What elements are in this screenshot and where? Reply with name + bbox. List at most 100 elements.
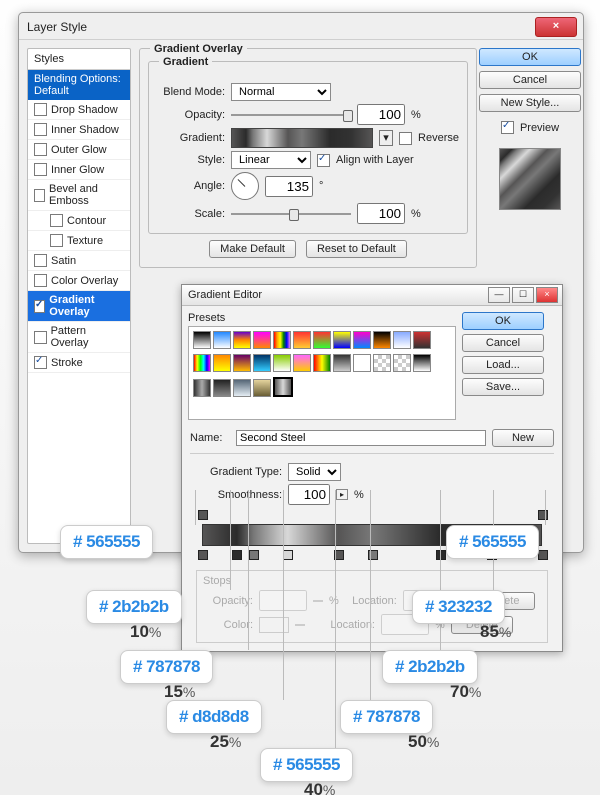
style-row-inner-shadow[interactable]: Inner Shadow: [28, 120, 130, 140]
style-select[interactable]: Linear: [231, 151, 311, 169]
style-label: Style:: [157, 154, 225, 166]
style-checkbox[interactable]: [34, 300, 45, 313]
style-row-pattern-overlay[interactable]: Pattern Overlay: [28, 322, 130, 353]
smoothness-input[interactable]: [288, 484, 330, 505]
gradient-picker[interactable]: [231, 128, 373, 148]
style-row-contour[interactable]: Contour: [28, 211, 130, 231]
opacity-stop[interactable]: [198, 510, 208, 520]
ok-button[interactable]: OK: [479, 48, 581, 66]
style-checkbox[interactable]: [50, 214, 63, 227]
maximize-button[interactable]: ☐: [512, 287, 534, 303]
style-label: Gradient Overlay: [49, 294, 124, 318]
blend-mode-select[interactable]: Normal: [231, 83, 331, 101]
reset-default-button[interactable]: Reset to Default: [306, 240, 407, 258]
style-label: Stroke: [51, 357, 83, 369]
callout-hex: # 787878: [340, 700, 433, 734]
editor-ok-button[interactable]: OK: [462, 312, 544, 330]
gradient-label: Gradient:: [157, 132, 225, 144]
callout-hex: # 565555: [60, 525, 153, 559]
angle-input[interactable]: [265, 176, 313, 197]
color-stop[interactable]: [538, 550, 548, 560]
align-checkbox[interactable]: [317, 154, 330, 167]
callout-wire: [335, 490, 336, 748]
style-label: Contour: [67, 215, 106, 227]
style-row-outer-glow[interactable]: Outer Glow: [28, 140, 130, 160]
callout-pct: 25%: [210, 732, 241, 752]
angle-dial[interactable]: [231, 172, 259, 200]
stops-label: Stops: [203, 575, 541, 587]
scale-slider[interactable]: [231, 208, 351, 220]
style-label: Drop Shadow: [51, 104, 118, 116]
style-row-texture[interactable]: Texture: [28, 231, 130, 251]
style-checkbox[interactable]: [34, 274, 47, 287]
preview-checkbox[interactable]: [501, 121, 514, 134]
gradient-editor-window: Gradient Editor — ☐ × Presets OK Cancel …: [181, 284, 563, 652]
callout-hex: # 2b2b2b: [86, 590, 182, 624]
color-stop[interactable]: [232, 550, 242, 560]
reverse-label: Reverse: [418, 132, 459, 144]
style-checkbox[interactable]: [34, 123, 47, 136]
callout-hex: # 565555: [446, 525, 539, 559]
editor-load-button[interactable]: Load...: [462, 356, 544, 374]
opacity-stop[interactable]: [538, 510, 548, 520]
style-row-stroke[interactable]: Stroke: [28, 353, 130, 373]
chevron-down-icon[interactable]: ▸: [336, 489, 348, 500]
style-label: Bevel and Emboss: [49, 183, 124, 207]
style-checkbox[interactable]: [34, 254, 47, 267]
preview-label: Preview: [520, 122, 559, 134]
gradient-dropdown-icon[interactable]: ▾: [379, 130, 393, 146]
style-row-inner-glow[interactable]: Inner Glow: [28, 160, 130, 180]
color-stop[interactable]: [198, 550, 208, 560]
callout-hex: # 2b2b2b: [382, 650, 478, 684]
blend-mode-label: Blend Mode:: [157, 86, 225, 98]
callout-wire: [195, 490, 196, 525]
callout-wire: [370, 490, 371, 700]
style-row-bevel-and-emboss[interactable]: Bevel and Emboss: [28, 180, 130, 211]
editor-titlebar: Gradient Editor — ☐ ×: [182, 285, 562, 306]
style-checkbox[interactable]: [34, 189, 45, 202]
opacity-input[interactable]: [357, 104, 405, 125]
editor-close-button[interactable]: ×: [536, 287, 558, 303]
editor-cancel-button[interactable]: Cancel: [462, 334, 544, 352]
gradient-type-select[interactable]: Solid: [288, 463, 341, 481]
style-row-gradient-overlay[interactable]: Gradient Overlay: [28, 291, 130, 322]
color-stop[interactable]: [436, 550, 446, 560]
new-button[interactable]: New: [492, 429, 554, 447]
stop-color-swatch: [259, 617, 289, 633]
new-style-button[interactable]: New Style...: [479, 94, 581, 112]
editor-save-button[interactable]: Save...: [462, 378, 544, 396]
style-checkbox[interactable]: [34, 143, 47, 156]
blending-options-row[interactable]: Blending Options: Default: [28, 70, 130, 100]
color-stop[interactable]: [283, 550, 293, 560]
reverse-checkbox[interactable]: [399, 132, 412, 145]
style-label: Satin: [51, 255, 76, 267]
style-checkbox[interactable]: [34, 356, 47, 369]
make-default-button[interactable]: Make Default: [209, 240, 296, 258]
callout-hex: # d8d8d8: [166, 700, 262, 734]
name-input[interactable]: [236, 430, 486, 446]
color-stop[interactable]: [249, 550, 259, 560]
angle-label: Angle:: [157, 180, 225, 192]
style-checkbox[interactable]: [34, 103, 47, 116]
name-label: Name:: [190, 432, 230, 444]
style-row-drop-shadow[interactable]: Drop Shadow: [28, 100, 130, 120]
minimize-button[interactable]: —: [488, 287, 510, 303]
styles-header[interactable]: Styles: [28, 49, 130, 70]
callout-pct: 50%: [408, 732, 439, 752]
style-checkbox[interactable]: [50, 234, 63, 247]
callout-pct: 85%: [480, 622, 511, 642]
style-checkbox[interactable]: [34, 331, 47, 344]
opacity-slider[interactable]: [231, 109, 351, 121]
scale-input[interactable]: [357, 203, 405, 224]
opacity-label: Opacity:: [157, 109, 225, 121]
preview-swatch: [499, 148, 561, 210]
close-button[interactable]: ×: [535, 17, 577, 37]
style-checkbox[interactable]: [34, 163, 47, 176]
style-label: Inner Shadow: [51, 124, 119, 136]
opacity-stops[interactable]: [202, 508, 542, 520]
style-row-color-overlay[interactable]: Color Overlay: [28, 271, 130, 291]
presets-grid[interactable]: [188, 326, 456, 420]
style-row-satin[interactable]: Satin: [28, 251, 130, 271]
cancel-button[interactable]: Cancel: [479, 71, 581, 89]
callout-wire: [440, 490, 441, 650]
